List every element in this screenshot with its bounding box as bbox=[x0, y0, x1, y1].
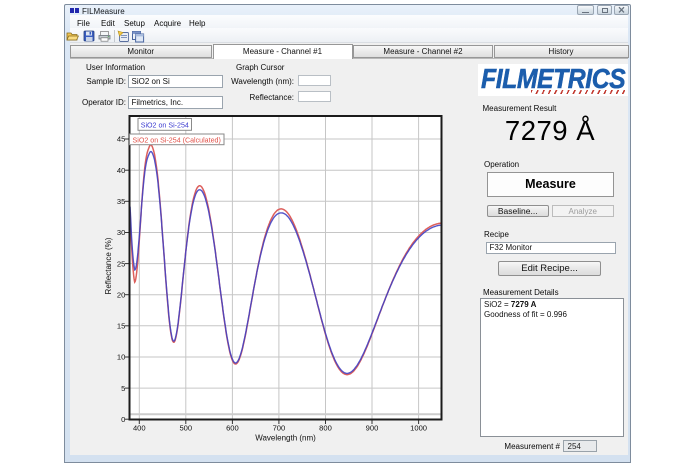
svg-text:5: 5 bbox=[121, 384, 125, 393]
svg-text:10: 10 bbox=[117, 353, 125, 362]
svg-text:30: 30 bbox=[117, 228, 125, 237]
svg-text:SiO2 on Si-254: SiO2 on Si-254 bbox=[141, 122, 189, 130]
svg-text:900: 900 bbox=[366, 424, 379, 433]
svg-text:400: 400 bbox=[133, 424, 146, 433]
svg-text:1000: 1000 bbox=[410, 424, 427, 433]
svg-text:800: 800 bbox=[319, 424, 332, 433]
svg-text:15: 15 bbox=[117, 322, 125, 331]
svg-text:0: 0 bbox=[121, 415, 125, 424]
svg-text:45: 45 bbox=[117, 135, 125, 144]
svg-text:40: 40 bbox=[117, 166, 125, 175]
svg-text:35: 35 bbox=[117, 197, 125, 206]
svg-text:20: 20 bbox=[117, 290, 125, 299]
svg-text:Reflectance (%): Reflectance (%) bbox=[104, 237, 113, 294]
svg-text:25: 25 bbox=[117, 259, 125, 268]
svg-text:700: 700 bbox=[273, 424, 286, 433]
svg-text:Wavelength (nm): Wavelength (nm) bbox=[255, 434, 316, 443]
svg-text:600: 600 bbox=[226, 424, 239, 433]
svg-text:500: 500 bbox=[179, 424, 192, 433]
svg-text:SiO2 on Si-254 (Calculated): SiO2 on Si-254 (Calculated) bbox=[133, 137, 221, 145]
